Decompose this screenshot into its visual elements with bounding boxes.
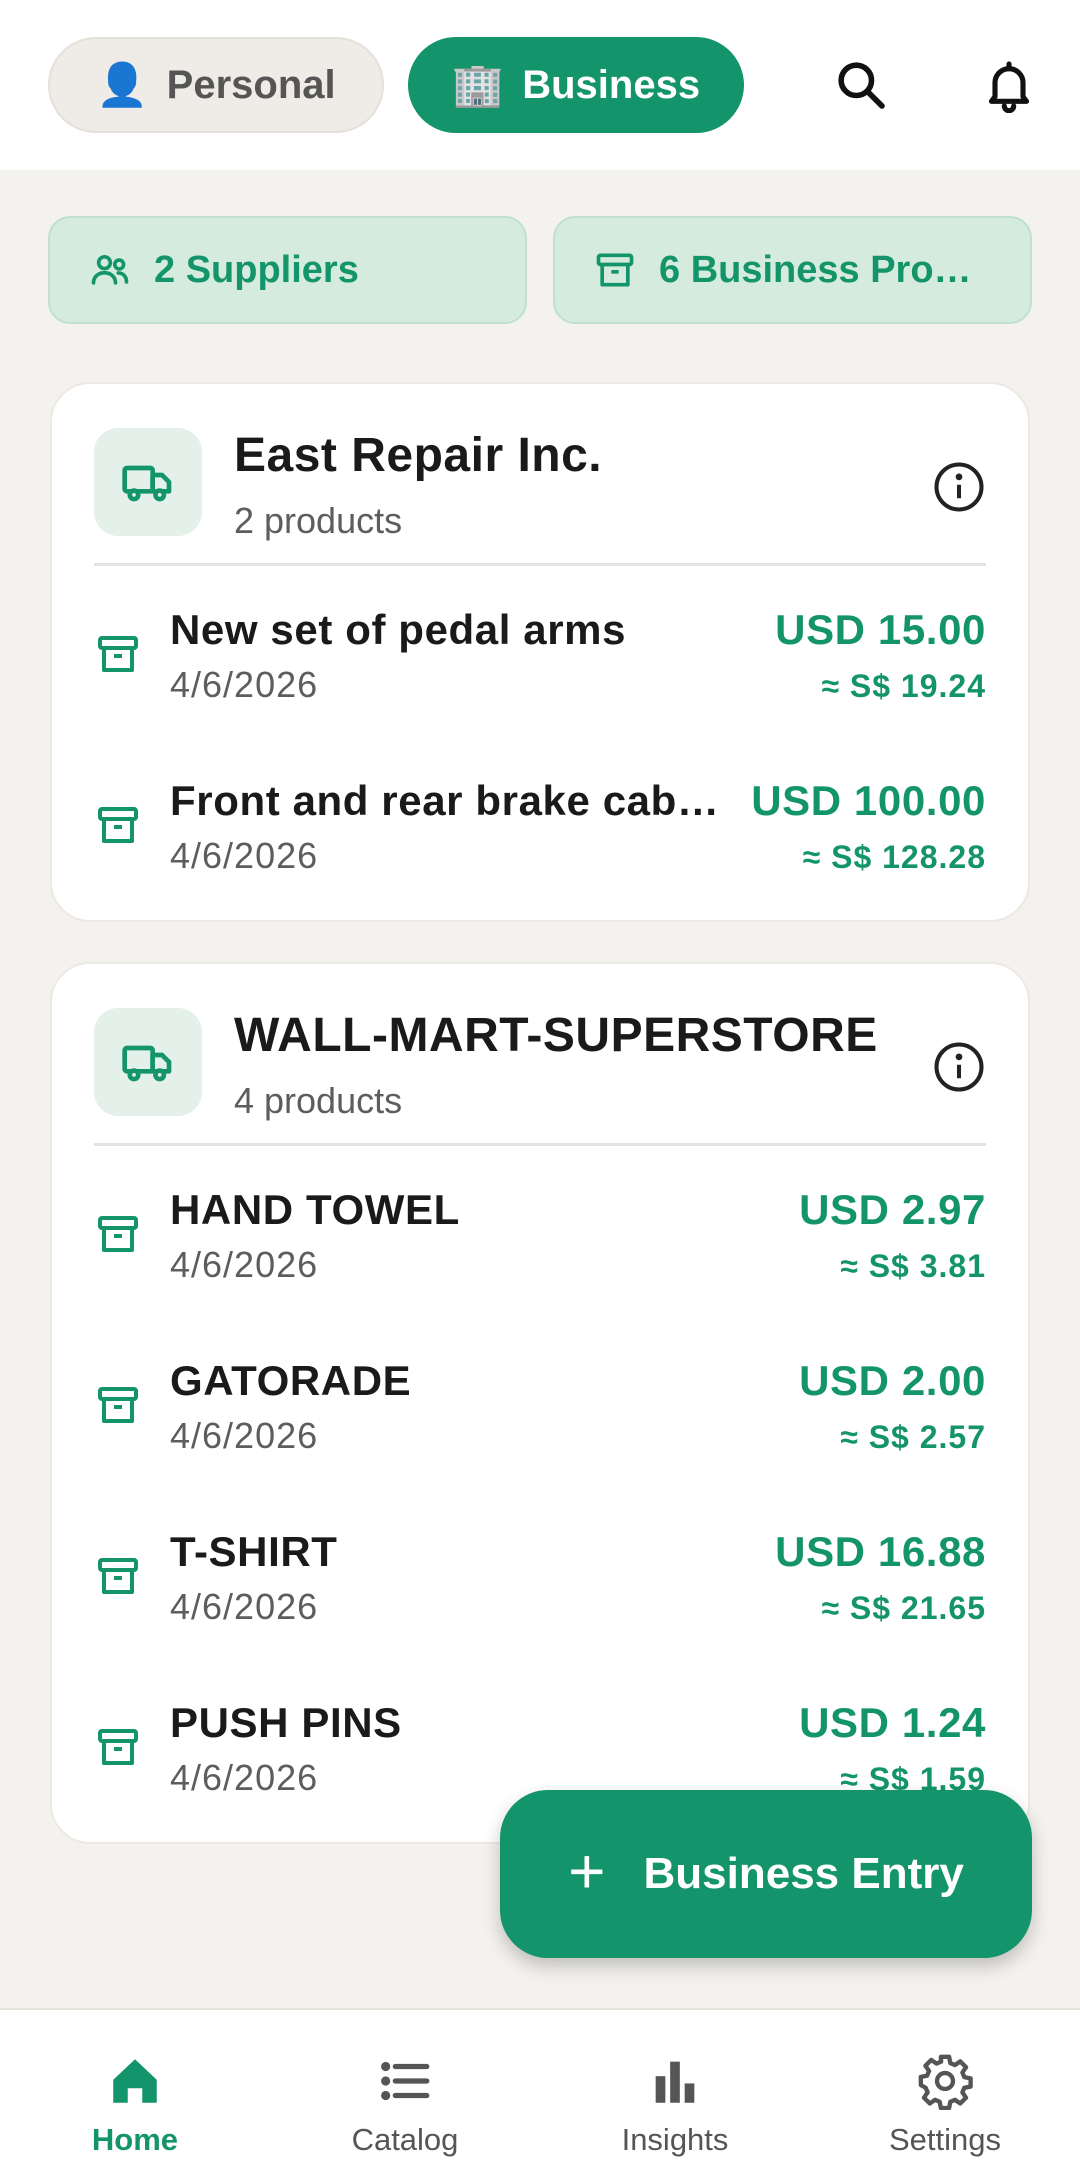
info-icon[interactable] bbox=[932, 1040, 986, 1094]
supplier-header: East Repair Inc. 2 products bbox=[94, 384, 986, 566]
nav-insights[interactable]: Insights bbox=[540, 2010, 810, 2178]
summary-chips: 2 Suppliers 6 Business Pro… bbox=[48, 216, 1032, 324]
bottom-navigation: Home Catalog Insights Settings bbox=[0, 2008, 1080, 2178]
product-row[interactable]: T-SHIRT 4/6/2026 USD 16.88 ≈ S$ 21.65 bbox=[94, 1488, 986, 1659]
product-converted-price: ≈ S$ 21.65 bbox=[821, 1590, 986, 1626]
product-price: USD 100.00 bbox=[751, 777, 986, 824]
archive-icon bbox=[596, 253, 634, 287]
archive-icon bbox=[98, 1387, 138, 1423]
business-entry-label: Business Entry bbox=[643, 1849, 964, 1898]
suppliers-chip[interactable]: 2 Suppliers bbox=[48, 216, 527, 324]
product-row[interactable]: HAND TOWEL 4/6/2026 USD 2.97 ≈ S$ 3.81 bbox=[94, 1146, 986, 1317]
personal-label: Personal bbox=[166, 62, 336, 107]
suppliers-chip-label: 2 Suppliers bbox=[154, 248, 359, 291]
business-toggle[interactable]: 🏢 Business bbox=[408, 37, 744, 133]
archive-icon bbox=[98, 1558, 138, 1594]
product-row[interactable]: GATORADE 4/6/2026 USD 2.00 ≈ S$ 2.57 bbox=[94, 1317, 986, 1488]
product-date: 4/6/2026 bbox=[170, 1586, 319, 1627]
product-price: USD 2.00 bbox=[799, 1357, 986, 1404]
products-chip-label: 6 Business Pro… bbox=[659, 248, 972, 291]
product-name: HAND TOWEL bbox=[170, 1186, 460, 1233]
plus-icon: + bbox=[568, 1835, 606, 1907]
building-icon: 🏢 bbox=[451, 60, 505, 108]
truck-icon bbox=[94, 1008, 202, 1116]
nav-insights-label: Insights bbox=[621, 2122, 729, 2157]
product-converted-price: ≈ S$ 3.81 bbox=[840, 1248, 986, 1284]
people-icon bbox=[91, 254, 129, 285]
nav-catalog-label: Catalog bbox=[351, 2122, 459, 2157]
product-price: USD 15.00 bbox=[775, 606, 986, 653]
supplier-name: East Repair Inc. bbox=[234, 429, 603, 482]
supplier-card: East Repair Inc. 2 products New set of p… bbox=[50, 382, 1030, 922]
archive-icon bbox=[98, 636, 138, 672]
product-name: T-SHIRT bbox=[170, 1528, 338, 1575]
product-name: Front and rear brake cab… bbox=[170, 777, 720, 824]
nav-settings[interactable]: Settings bbox=[810, 2010, 1080, 2178]
supplier-header: WALL-MART-SUPERSTORE 4 products bbox=[94, 964, 986, 1146]
business-entry-button[interactable]: + Business Entry bbox=[500, 1790, 1032, 1958]
product-date: 4/6/2026 bbox=[170, 835, 319, 876]
nav-catalog[interactable]: Catalog bbox=[270, 2010, 540, 2178]
list-icon bbox=[381, 2061, 430, 2101]
business-label: Business bbox=[522, 62, 701, 107]
truck-icon bbox=[94, 428, 202, 536]
person-icon: 👤 bbox=[96, 60, 149, 108]
bell-icon[interactable] bbox=[974, 50, 1044, 120]
personal-toggle[interactable]: 👤 Personal bbox=[48, 37, 384, 133]
product-price: USD 1.24 bbox=[799, 1699, 986, 1746]
product-date: 4/6/2026 bbox=[170, 1757, 319, 1798]
product-converted-price: ≈ S$ 128.28 bbox=[802, 839, 986, 875]
bar-chart-icon bbox=[655, 2061, 695, 2103]
product-name: GATORADE bbox=[170, 1357, 412, 1404]
supplier-name: WALL-MART-SUPERSTORE bbox=[234, 1009, 878, 1062]
archive-icon bbox=[98, 807, 138, 843]
nav-settings-label: Settings bbox=[888, 2122, 1001, 2157]
product-name: New set of pedal arms bbox=[170, 606, 627, 653]
product-name: PUSH PINS bbox=[170, 1699, 402, 1746]
gear-icon bbox=[918, 2054, 973, 2110]
product-row[interactable]: Front and rear brake cab… 4/6/2026 USD 1… bbox=[94, 737, 986, 908]
product-date: 4/6/2026 bbox=[170, 1244, 319, 1285]
product-converted-price: ≈ S$ 2.57 bbox=[840, 1419, 986, 1455]
archive-icon bbox=[98, 1216, 138, 1252]
nav-home-label: Home bbox=[91, 2122, 179, 2157]
top-bar: 👤 Personal 🏢 Business bbox=[0, 0, 1080, 170]
product-price: USD 2.97 bbox=[799, 1186, 986, 1233]
product-row[interactable]: New set of pedal arms 4/6/2026 USD 15.00… bbox=[94, 566, 986, 737]
app-screen: 👤 Personal 🏢 Business 2 Suppliers 6 Busi… bbox=[0, 0, 1080, 2178]
supplier-product-count: 4 products bbox=[234, 1080, 403, 1121]
products-chip[interactable]: 6 Business Pro… bbox=[553, 216, 1032, 324]
product-date: 4/6/2026 bbox=[170, 1415, 319, 1456]
product-price: USD 16.88 bbox=[775, 1528, 986, 1575]
product-date: 4/6/2026 bbox=[170, 664, 319, 705]
nav-home[interactable]: Home bbox=[0, 2010, 270, 2178]
supplier-product-count: 2 products bbox=[234, 500, 403, 541]
info-icon[interactable] bbox=[932, 460, 986, 514]
product-converted-price: ≈ S$ 19.24 bbox=[821, 668, 986, 704]
archive-icon bbox=[98, 1729, 138, 1765]
search-icon[interactable] bbox=[826, 50, 896, 120]
supplier-card: WALL-MART-SUPERSTORE 4 products HAND TOW… bbox=[50, 962, 1030, 1844]
home-icon bbox=[113, 2059, 157, 2103]
